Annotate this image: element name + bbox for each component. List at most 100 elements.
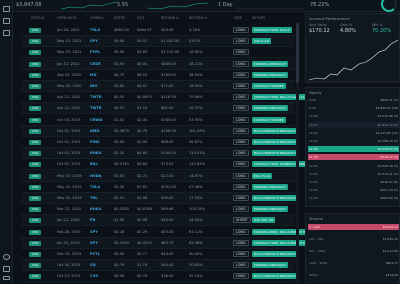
table-row[interactable]: WIN Apr 22, 2020 TWTR $0.91 $1.15 $61.00 26.37… <box>21 103 295 115</box>
cell-entry: $1.50 <box>114 173 125 178</box>
table-row[interactable]: WIN Oct 23, 2019 CVS $0.56 $0.74 $36.00 32.14%… <box>21 271 299 283</box>
table-row[interactable]: WIN Dec 05, 2019 PCTL $0.55 $0.77 $44.00 40.00… <box>21 249 299 260</box>
table-row[interactable]: WIN Jan 12, 2021 CRSR $3.90 $5.00 $880.00 28.2… <box>21 58 295 70</box>
table-row[interactable]: WIN Sep 02, 2020 MU $4.70 $6.53 $183.00 38.94%… <box>21 70 295 81</box>
cell-symbol[interactable]: NIO <box>90 84 97 88</box>
setup-tag[interactable]: MORNING BREAKOUT <box>252 183 288 190</box>
setup-tag[interactable]: BULLS BREADTH BREAKOUT <box>252 251 299 257</box>
setup-tag[interactable]: BULLS BREADTH BREAKOUT <box>252 195 299 201</box>
table-row[interactable]: WIN Oct 02, 2019 ROKU $2.20 $4.64 $244.00 110.… <box>21 148 299 160</box>
header-exit[interactable]: EXIT <box>137 16 145 20</box>
cell-symbol[interactable]: SPY <box>90 230 98 234</box>
setup-tag[interactable]: MORNING BREAKOUT <box>252 71 288 78</box>
setup-tag[interactable]: MORNING BREAKOUT <box>252 206 288 213</box>
scrollbar-thumb[interactable] <box>296 23 299 83</box>
table-row[interactable]: WIN Apr 22, 2020 TWTR $0.50 $0.8953 $118.59 79… <box>21 92 317 104</box>
setup-tag[interactable]: SCALP <box>278 27 292 33</box>
cell-symbol[interactable]: TSLA <box>90 185 100 189</box>
setup-tag[interactable]: CONTRACT WINNER <box>252 83 286 89</box>
side-badge: LONG <box>233 195 249 201</box>
table-row[interactable]: WIN Mar 22, 2019 ROKU $0.3305 $0.6788 $69.66 1… <box>21 204 295 216</box>
cell-symbol[interactable]: FB <box>90 218 95 222</box>
table-row[interactable]: WIN May 15, 2019 NVDA $1.50 $1.72 $22.00 14.67… <box>21 170 295 182</box>
cell-symbol[interactable]: ROKU <box>90 207 101 211</box>
header-entry[interactable]: ENTRY <box>114 16 125 20</box>
settings-icon[interactable] <box>3 254 10 260</box>
table-row[interactable]: WIN May 13, 2021 SPY $9.00 $9.51 $1,020.00 5.6… <box>21 36 295 48</box>
setup-tag[interactable]: GAP & GO <box>252 38 272 45</box>
header-status[interactable]: STATUS <box>31 16 44 20</box>
dashboard-icon[interactable] <box>3 6 10 12</box>
table-row[interactable]: WIN Jan 31, 2019 SPY $0.1950 $0.3225 $63.75 65… <box>21 237 318 249</box>
setup-tag[interactable]: CONTRACT WINNER <box>252 116 286 123</box>
cell-symbol[interactable]: SPY <box>90 241 98 245</box>
status-badge: WIN <box>29 151 41 157</box>
table-row[interactable]: WIN Jun 24, 2021 TSLA $685.00 $664.97 $24.50 3… <box>21 25 295 36</box>
setup-tag[interactable]: BULL FLAG <box>252 172 273 179</box>
table-row[interactable]: WIN Oct 02, 2019 PINS $0.60 $0.94 $68.00 56.67… <box>21 137 299 148</box>
user-icon[interactable] <box>3 266 10 272</box>
cell-exit: $0.29 <box>137 229 148 234</box>
cell-symbol[interactable]: TRL <box>90 196 98 200</box>
setup-tag[interactable]: BULLS BREADTH BREAKOUT <box>252 139 299 145</box>
cell-return-dollar: $63.75 <box>161 240 174 245</box>
status-badge: WIN <box>29 274 41 280</box>
list-item: 10:00 $1,012.88 (9) <box>308 113 399 119</box>
table-row[interactable]: WIN Oct 02, 2019 AMD $0.3875 $0.78 $156.20 101… <box>21 125 299 137</box>
cell-symbol[interactable]: CRWD <box>90 118 102 122</box>
list-item: 15:30 $984.60 (4) <box>308 195 399 201</box>
cell-symbol[interactable]: MU <box>90 73 97 77</box>
grid-icon[interactable] <box>3 18 10 24</box>
header-setups[interactable]: SETUPS <box>252 16 265 20</box>
cell-symbol[interactable]: CVS <box>90 274 98 278</box>
cell-symbol[interactable]: ROKU <box>90 151 101 155</box>
table-scrollbar[interactable] <box>296 23 299 284</box>
setup-tag[interactable]: MORNING BREAKOUT <box>252 105 288 112</box>
list-item-value: $2,044.38 (3) <box>377 163 398 168</box>
table-row[interactable]: WIN Oct 03, 2019 CRWD $1.52 $2.34 $164.00 53.9… <box>21 115 295 126</box>
cell-symbol[interactable]: TSLA <box>90 28 100 32</box>
header-side[interactable]: SIDE <box>234 16 242 20</box>
calendar-icon[interactable] <box>3 30 10 36</box>
header-return-dollar[interactable]: RETURN $ <box>161 16 179 20</box>
header-return-pct[interactable]: RETURN % <box>189 16 208 20</box>
status-badge: WIN <box>29 84 41 89</box>
table-row[interactable]: WIN Oct 02, 2019 BILI $0.2749 $0.64 $73.02 132… <box>21 159 311 171</box>
balance-value: $3,847.08 <box>16 2 42 8</box>
table-row[interactable]: WIN Jan 21, 2020 FB $1.00 $0.66 $34.00 34.00% S… <box>21 215 295 227</box>
cell-symbol[interactable]: TWTR <box>90 95 102 99</box>
status-label: WIN <box>32 240 38 245</box>
logout-icon[interactable] <box>3 276 10 280</box>
table-row[interactable]: WIN May 01, 2019 TSLA $5.30 $7.81 $251.00 47.3… <box>21 182 295 193</box>
setup-tag[interactable]: MORNING BREAKOUT <box>252 60 288 67</box>
cell-symbol[interactable]: PCTL <box>90 252 100 256</box>
setup-tag[interactable]: BULLS BREADTH BREAKOUT <box>252 150 299 157</box>
timeframe-value[interactable]: 1 Day <box>218 2 233 8</box>
cell-open-date: Oct 23, 2019 <box>57 274 81 279</box>
cell-symbol[interactable]: CRSR <box>90 62 101 66</box>
header-symbol[interactable]: SYMBOL <box>90 16 104 20</box>
status-badge: WIN <box>29 229 41 235</box>
cell-symbol[interactable]: PYPL <box>90 50 100 54</box>
cell-symbol[interactable]: TWTR <box>90 106 102 110</box>
cell-symbol[interactable]: SPY <box>90 39 98 43</box>
cell-symbol[interactable]: SQ <box>90 263 96 267</box>
setup-tag[interactable]: BULLS BREADTH BREAKOUT <box>252 273 299 280</box>
cell-exit: $2.34 <box>137 117 148 122</box>
cell-symbol[interactable]: NVDA <box>90 174 102 178</box>
table-row[interactable]: WIN May 01, 2019 TRL $2.51 $2.96 $90.00 17.93%… <box>21 193 299 204</box>
table-row[interactable]: WIN May 03, 2021 PYPL $5.00 $5.83 $1,110.00 16… <box>21 47 295 59</box>
side-badge: LONG <box>233 116 249 123</box>
cell-symbol[interactable]: BILI <box>90 162 98 166</box>
cell-return-dollar: $880.00 <box>161 61 176 66</box>
list-item: 11:30 -$510.22 (4) <box>308 154 399 161</box>
setup-tag[interactable]: GAP AND GO <box>252 217 276 224</box>
table-row[interactable]: WIN May 05, 2020 NIO $3.80 $4.52 $72.00 18.95%… <box>21 81 295 92</box>
table-row[interactable]: WIN Oct 30, 2019 SQ $0.79 $1.19 $40.00 50.63% L… <box>21 260 295 272</box>
setup-tag[interactable]: BULLS BREADTH BREAKOUT <box>252 127 299 134</box>
setup-tag[interactable]: MORNING BREAKOUT <box>252 262 288 269</box>
cell-symbol[interactable]: PINS <box>90 140 100 144</box>
cell-symbol[interactable]: AMD <box>90 129 99 133</box>
header-open-date[interactable]: OPEN DATE <box>57 16 77 20</box>
table-row[interactable]: WIN Feb 28, 2019 SPY $0.18 $0.29 $55.00 61.11%… <box>21 227 318 238</box>
